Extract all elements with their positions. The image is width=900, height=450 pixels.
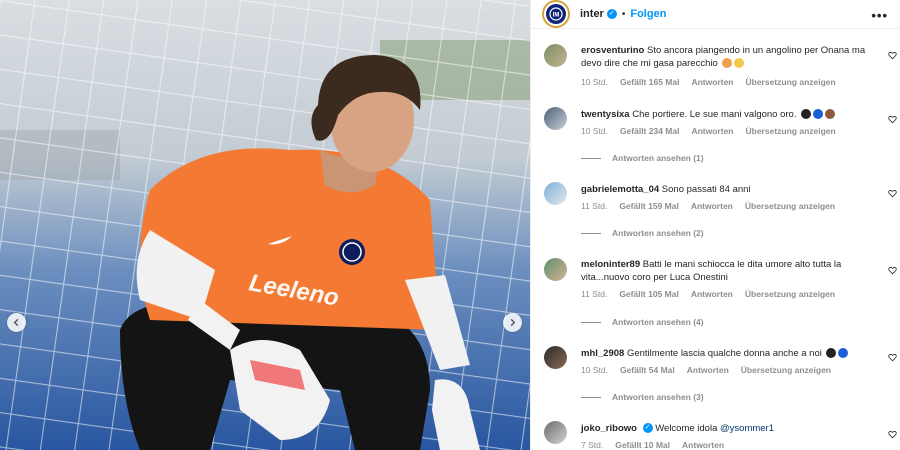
reply-button[interactable]: Antworten xyxy=(691,200,733,213)
emoji-icon xyxy=(734,58,745,69)
reply-button[interactable]: Antworten xyxy=(687,364,729,377)
reply-button[interactable]: Antworten xyxy=(682,439,724,450)
comment-username[interactable]: erosventurino xyxy=(581,45,644,56)
next-image-button[interactable] xyxy=(503,313,522,332)
avatar[interactable] xyxy=(544,182,567,205)
account-name[interactable]: inter xyxy=(580,8,604,20)
view-replies-button[interactable]: Antworten ansehen (2) xyxy=(581,228,704,238)
comment-username[interactable]: gabrielemotta_04 xyxy=(581,184,659,195)
reply-button[interactable]: Antworten xyxy=(691,125,733,138)
comment-time[interactable]: 11 Std. xyxy=(581,200,607,213)
like-heart-icon[interactable] xyxy=(888,353,897,362)
blue-heart-icon xyxy=(838,348,849,359)
verified-icon: ✓ xyxy=(642,423,653,434)
comment-meta: 10 Std. Gefällt 54 Mal Antworten Überset… xyxy=(581,364,881,377)
emoji-icon xyxy=(722,58,733,69)
chevron-right-icon xyxy=(510,318,516,327)
view-replies-button[interactable]: Antworten ansehen (1) xyxy=(581,153,704,163)
like-heart-icon[interactable] xyxy=(888,430,897,439)
post-photo[interactable]: Leeleno xyxy=(0,0,530,450)
translate-button[interactable]: Übersetzung anzeigen xyxy=(741,364,831,377)
comment-username[interactable]: twentysixa xyxy=(581,109,630,120)
emoji-icon xyxy=(825,109,836,120)
like-heart-icon[interactable] xyxy=(888,189,897,198)
comment-text: Gentilmente lascia qualche donna anche a… xyxy=(626,348,822,359)
comment-time[interactable]: 10 Std. xyxy=(581,364,608,377)
comment-likes[interactable]: Gefällt 234 Mal xyxy=(620,125,680,138)
comment-text: Che portiere. Le sue mani valgono oro. xyxy=(632,109,797,120)
view-replies-button[interactable]: Antworten ansehen (4) xyxy=(581,317,704,327)
follow-button[interactable]: Folgen xyxy=(630,8,666,20)
comment-username[interactable]: joko_ribowo xyxy=(581,423,637,434)
like-heart-icon[interactable] xyxy=(888,266,897,275)
avatar[interactable] xyxy=(544,258,567,281)
verified-icon: ✓ xyxy=(606,9,617,19)
avatar[interactable] xyxy=(544,44,567,67)
emoji-icon xyxy=(801,109,812,120)
comments-panel: IM inter ✓ • Folgen ••• erosventurino St… xyxy=(530,0,900,450)
post-header: IM inter ✓ • Folgen xyxy=(531,0,900,29)
comment-meta: 11 Std. Gefällt 159 Mal Antworten Überse… xyxy=(581,200,881,213)
svg-text:IM: IM xyxy=(553,13,560,19)
translate-button[interactable]: Übersetzung anzeigen xyxy=(745,200,835,213)
comment-time[interactable]: 7 Std. xyxy=(581,439,603,450)
reply-button[interactable]: Antworten xyxy=(691,288,733,301)
comment-likes[interactable]: Gefällt 10 Mal xyxy=(615,439,670,450)
comment-time[interactable]: 10 Std. xyxy=(581,76,608,89)
comment-meta: 11 Std. Gefällt 105 Mal Antworten Überse… xyxy=(581,288,881,301)
chevron-left-icon xyxy=(13,318,19,327)
comment-text: Welcome idola xyxy=(655,423,718,434)
comment-meta: 7 Std. Gefällt 10 Mal Antworten xyxy=(581,439,881,450)
comment-likes[interactable]: Gefällt 159 Mal xyxy=(619,200,679,213)
translate-button[interactable]: Übersetzung anzeigen xyxy=(746,125,836,138)
comment-likes[interactable]: Gefällt 54 Mal xyxy=(620,364,675,377)
inter-logo-icon: IM xyxy=(546,4,566,24)
instagram-post-view: Leeleno IM inter ✓ • Folgen ••• erosvent… xyxy=(0,0,900,450)
account-avatar[interactable]: IM xyxy=(542,0,570,28)
emoji-icon xyxy=(813,109,824,120)
comment-meta: 10 Std. Gefällt 234 Mal Antworten Überse… xyxy=(581,125,881,138)
view-replies-button[interactable]: Antworten ansehen (3) xyxy=(581,392,704,402)
previous-image-button[interactable] xyxy=(7,313,26,332)
avatar[interactable] xyxy=(544,346,567,369)
more-options-icon[interactable]: ••• xyxy=(871,8,888,23)
translate-button[interactable]: Übersetzung anzeigen xyxy=(746,76,836,89)
like-heart-icon[interactable] xyxy=(888,51,897,60)
translate-button[interactable]: Übersetzung anzeigen xyxy=(745,288,835,301)
goalkeeper-photo: Leeleno xyxy=(0,0,530,450)
comment-username[interactable]: mhl_2908 xyxy=(581,348,624,359)
avatar[interactable] xyxy=(544,421,567,444)
comment-meta: 10 Std. Gefällt 165 Mal Antworten Überse… xyxy=(581,76,881,89)
like-heart-icon[interactable] xyxy=(888,115,897,124)
separator-dot: • xyxy=(621,8,626,20)
comment-likes[interactable]: Gefällt 165 Mal xyxy=(620,76,680,89)
comment-username[interactable]: meloninter89 xyxy=(581,259,640,270)
black-heart-icon xyxy=(826,348,837,359)
avatar[interactable] xyxy=(544,107,567,130)
comment-text: Sono passati 84 anni xyxy=(661,184,751,195)
comment-likes[interactable]: Gefällt 105 Mal xyxy=(619,288,679,301)
reply-button[interactable]: Antworten xyxy=(691,76,733,89)
comment-time[interactable]: 10 Std. xyxy=(581,125,608,138)
mention-link[interactable]: @ysommer1 xyxy=(720,423,774,434)
comment-time[interactable]: 11 Std. xyxy=(581,288,607,301)
